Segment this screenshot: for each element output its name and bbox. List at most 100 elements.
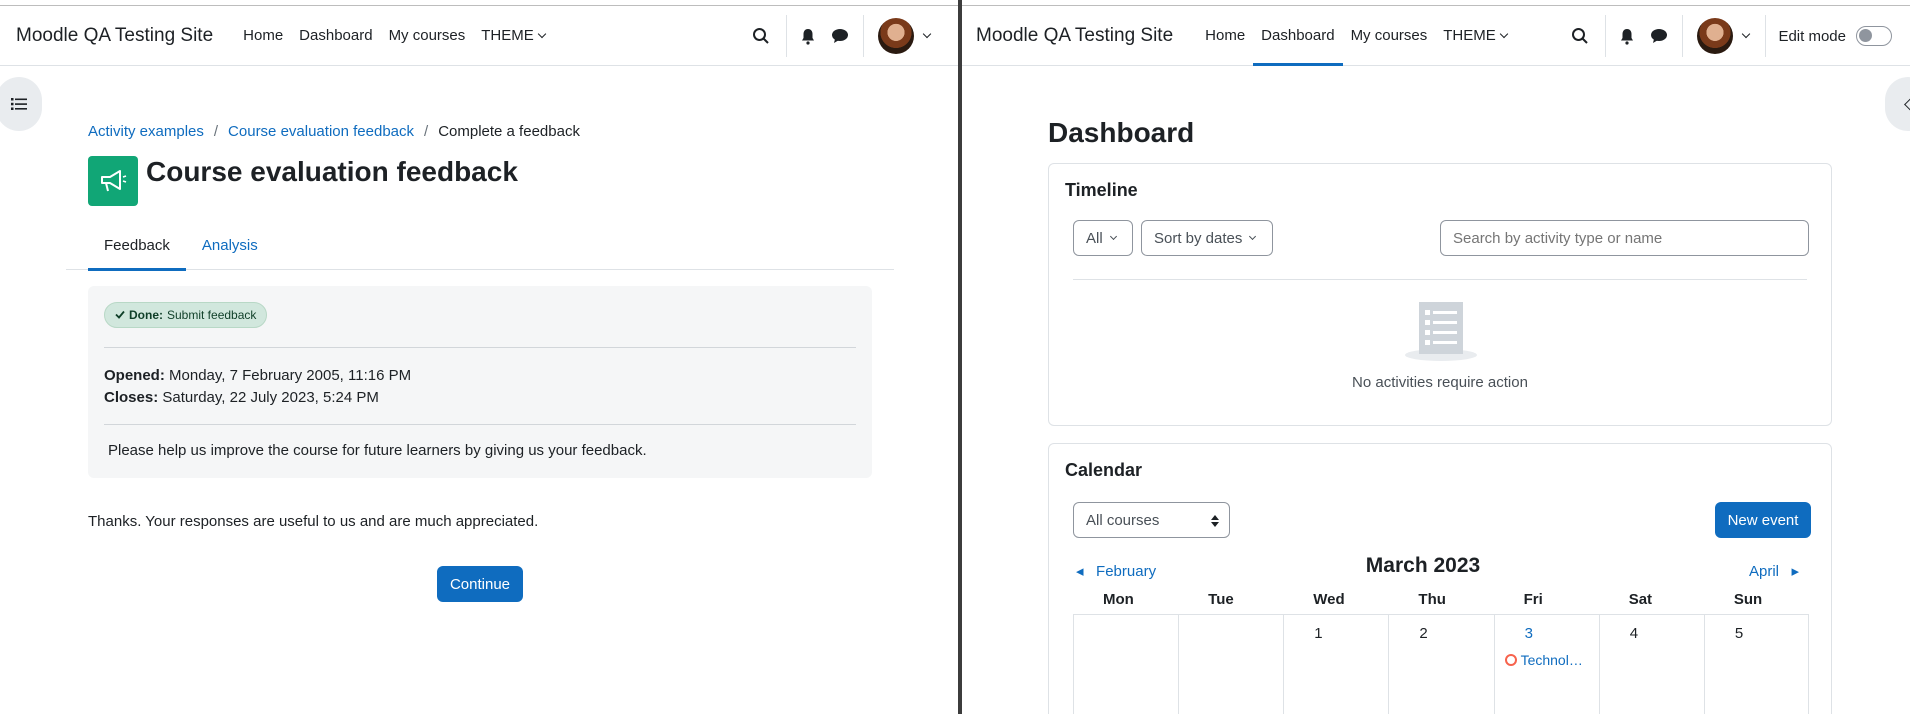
primary-navigation: Home Dashboard My courses THEME — [1197, 6, 1515, 66]
breadcrumb: Activity examples / Course evaluation fe… — [88, 123, 580, 140]
divider — [1682, 15, 1684, 57]
weekday-sat: Sat — [1628, 591, 1653, 608]
empty-list-icon — [1405, 300, 1477, 362]
check-icon — [115, 308, 125, 322]
day-number-link[interactable]: 3 — [1525, 625, 1533, 642]
list-icon — [11, 98, 27, 110]
continue-button[interactable]: Continue — [437, 566, 523, 602]
search-icon[interactable] — [1569, 25, 1591, 47]
calendar-day-cell[interactable]: 1 — [1283, 615, 1388, 714]
event-type-icon — [1504, 654, 1517, 666]
calendar-course-select[interactable]: All courses — [1073, 502, 1230, 538]
weekday-sun: Sun — [1733, 591, 1763, 608]
breadcrumb-course-evaluation-feedback[interactable]: Course evaluation feedback — [228, 123, 414, 140]
calendar-day-cell[interactable] — [1178, 615, 1283, 714]
nav-home[interactable]: Home — [235, 6, 291, 65]
thanks-message: Thanks. Your responses are useful to us … — [88, 513, 539, 530]
tab-feedback[interactable]: Feedback — [88, 220, 186, 271]
calendar-weekday-header: Mon Tue Wed Thu Fri Sat Sun — [1073, 585, 1809, 615]
timeline-search-input[interactable] — [1440, 220, 1809, 256]
calendar-event[interactable]: Technol… — [1495, 652, 1599, 668]
chevron-down-icon — [537, 29, 546, 38]
calendar-month-grid: Mon Tue Wed Thu Fri Sat Sun 1 2 3 Techno… — [1073, 585, 1809, 714]
calendar-day-cell[interactable] — [1073, 615, 1178, 714]
weekday-fri: Fri — [1523, 591, 1543, 608]
nav-dashboard[interactable]: Dashboard — [291, 6, 380, 65]
bell-icon[interactable] — [797, 25, 819, 47]
event-title: Technol… — [1520, 652, 1583, 668]
badge-status: Done: — [129, 308, 163, 322]
user-avatar[interactable] — [878, 18, 914, 54]
nav-my-courses[interactable]: My courses — [1343, 6, 1436, 65]
course-index-toggle[interactable] — [0, 77, 42, 131]
chat-icon[interactable] — [829, 25, 851, 47]
opened-label: Opened: — [104, 367, 165, 384]
bell-icon[interactable] — [1616, 25, 1638, 47]
primary-navigation: Home Dashboard My courses THEME — [235, 6, 553, 65]
timeline-sort-label: Sort by dates — [1154, 229, 1243, 247]
tab-analysis[interactable]: Analysis — [186, 220, 274, 270]
divider — [1605, 15, 1607, 57]
weekday-wed: Wed — [1313, 591, 1345, 608]
user-controls — [750, 6, 958, 66]
user-avatar[interactable] — [1697, 18, 1734, 54]
block-drawer-toggle[interactable] — [1885, 77, 1910, 131]
user-menu-chevron-icon[interactable] — [922, 29, 932, 39]
course-select-value: All courses — [1086, 511, 1160, 529]
opened-value: Monday, 7 February 2005, 11:16 PM — [169, 367, 412, 384]
divider — [104, 424, 856, 425]
left-navbar: Moodle QA Testing Site Home Dashboard My… — [0, 6, 958, 66]
weekday-tue: Tue — [1208, 591, 1234, 608]
user-controls: Edit mode — [1569, 6, 1910, 66]
nav-my-courses[interactable]: My courses — [381, 6, 474, 65]
chevron-left-icon — [1903, 97, 1910, 111]
calendar-title: Calendar — [1065, 460, 1143, 480]
nav-theme-label: THEME — [1443, 27, 1496, 44]
nav-dashboard[interactable]: Dashboard — [1253, 6, 1343, 66]
day-number: 2 — [1419, 625, 1428, 642]
calendar-day-cell[interactable]: 3 Technol… — [1493, 615, 1599, 714]
secondary-navigation: Feedback Analysis — [66, 220, 894, 271]
timeline-title: Timeline — [1065, 180, 1138, 200]
timeline-filter-label: All — [1086, 229, 1103, 247]
closes-value: Saturday, 22 July 2023, 5:24 PM — [162, 389, 379, 406]
weekday-thu: Thu — [1418, 591, 1446, 608]
site-name[interactable]: Moodle QA Testing Site — [976, 25, 1173, 47]
timeline-block: Timeline All Sort by dates No activities… — [1048, 163, 1832, 426]
activity-dates: Opened: Monday, 7 February 2005, 11:16 P… — [104, 365, 411, 409]
nav-theme[interactable]: THEME — [1435, 6, 1515, 65]
page-title: Dashboard — [1048, 117, 1195, 148]
user-menu-chevron-icon[interactable] — [1742, 29, 1751, 39]
chevron-down-icon — [1499, 29, 1508, 38]
search-icon[interactable] — [750, 25, 772, 47]
chevron-down-icon — [1109, 232, 1117, 240]
breadcrumb-separator: / — [213, 123, 219, 140]
divider — [786, 15, 787, 57]
day-number: 5 — [1734, 625, 1744, 642]
timeline-sort-dropdown[interactable]: Sort by dates — [1141, 220, 1273, 256]
day-number: 4 — [1629, 625, 1639, 642]
calendar-day-cell[interactable]: 5 — [1703, 615, 1809, 714]
caret-right-icon: ▸ — [1791, 563, 1800, 580]
divider — [1765, 15, 1767, 57]
calendar-day-cell[interactable]: 4 — [1598, 615, 1704, 714]
page-title: Course evaluation feedback — [146, 156, 518, 187]
next-month-label: April — [1749, 563, 1780, 580]
breadcrumb-separator: / — [424, 123, 429, 140]
breadcrumb-activity-examples[interactable]: Activity examples — [88, 123, 204, 140]
chat-icon[interactable] — [1648, 25, 1670, 47]
weekday-mon: Mon — [1103, 591, 1134, 608]
left-browser-window: Moodle QA Testing Site Home Dashboard My… — [0, 0, 958, 714]
sort-arrows-icon — [1211, 514, 1219, 531]
day-number: 1 — [1314, 625, 1323, 642]
nav-theme[interactable]: THEME — [473, 6, 553, 65]
calendar-day-cell[interactable]: 2 — [1388, 615, 1493, 714]
timeline-filter-dropdown[interactable]: All — [1073, 220, 1133, 256]
next-month-link[interactable]: April ▸ — [1749, 562, 1799, 580]
edit-mode-toggle[interactable] — [1856, 26, 1892, 46]
completion-status-badge: Done: Submit feedback — [104, 302, 268, 328]
timeline-empty-text: No activities require action — [1352, 374, 1528, 391]
site-name[interactable]: Moodle QA Testing Site — [16, 25, 213, 47]
nav-home[interactable]: Home — [1197, 6, 1253, 65]
new-event-button[interactable]: New event — [1715, 502, 1811, 538]
